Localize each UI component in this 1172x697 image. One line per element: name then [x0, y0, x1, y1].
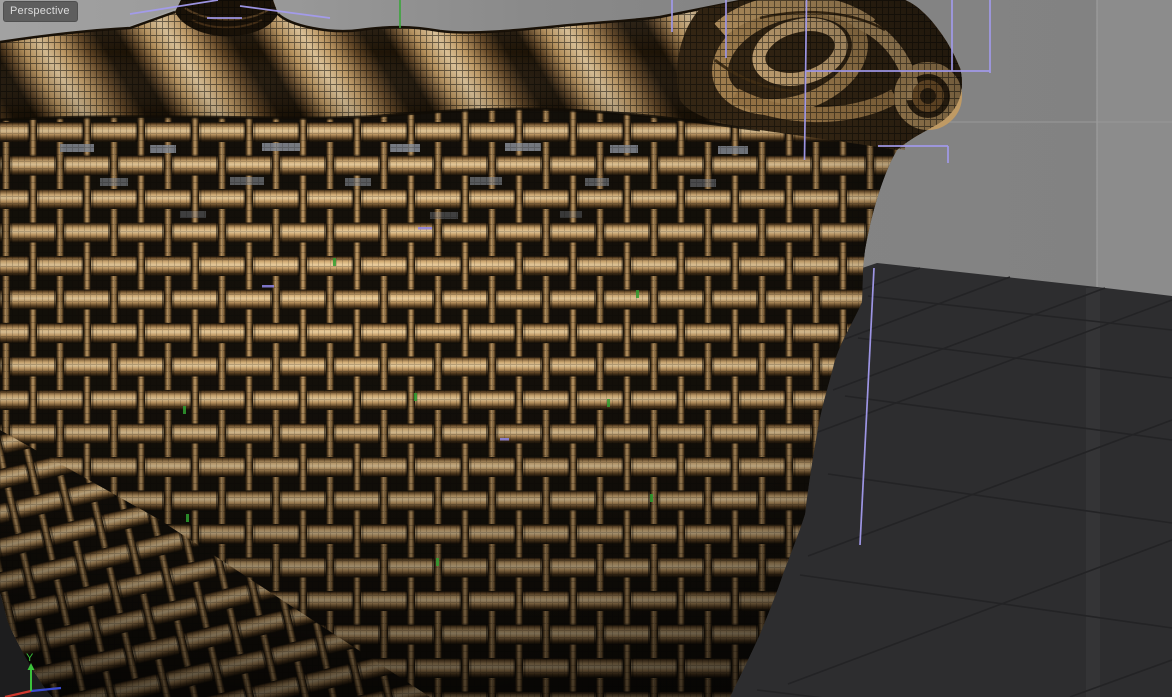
axis-y-label: Y [26, 652, 34, 664]
floor-reflection-band [1086, 288, 1100, 697]
wall-corner-face [1097, 0, 1172, 296]
viewport-canvas[interactable]: Y [0, 0, 1172, 697]
viewport-3d[interactable]: Y Perspective [0, 0, 1172, 697]
camera-label[interactable]: Perspective [3, 1, 78, 22]
